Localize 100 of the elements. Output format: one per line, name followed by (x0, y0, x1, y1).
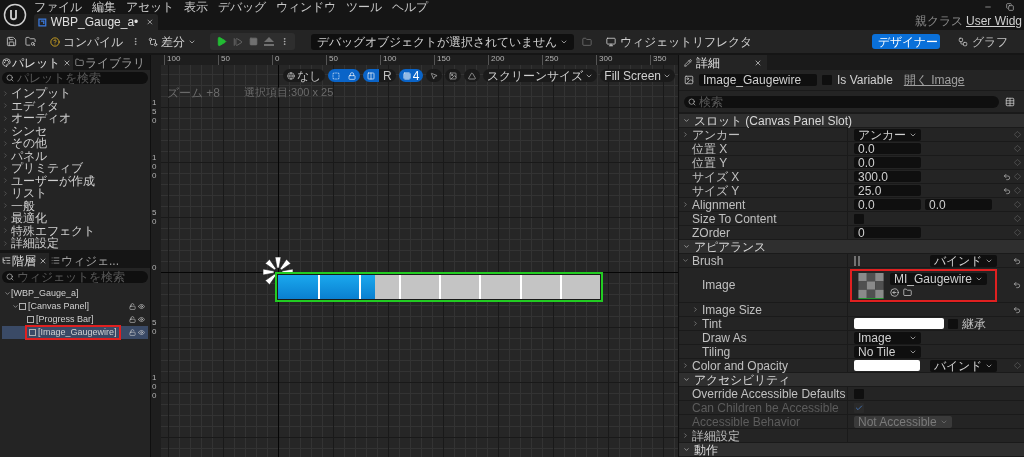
palette-category[interactable]: リスト (2, 187, 148, 200)
canvas-toggle[interactable]: なし (282, 69, 325, 82)
dropdown[interactable]: アンカー (854, 128, 921, 141)
reset-icon[interactable] (1003, 186, 1011, 195)
play-icon[interactable] (216, 36, 227, 47)
panel-tab[interactable]: 階層 (0, 253, 49, 268)
panel-tab[interactable]: パレット (0, 55, 73, 70)
panel-tab[interactable]: 詳細 (679, 55, 767, 70)
dropdown[interactable]: MI_Gaugewire (890, 272, 987, 285)
minimize-icon[interactable] (984, 3, 992, 11)
tree-item[interactable]: [Canvas Panel] (2, 300, 148, 313)
step-icon[interactable] (233, 36, 243, 47)
lock-icon[interactable] (129, 303, 136, 310)
palette-category[interactable]: 一般 (2, 199, 148, 212)
menu-item[interactable]: アセット (126, 0, 174, 13)
open-image-link[interactable]: 開く Image (903, 74, 965, 86)
close-icon[interactable] (39, 256, 47, 265)
palette-category[interactable]: インプット (2, 87, 148, 100)
palette-category[interactable]: 特殊エフェクト (2, 224, 148, 237)
palette-category[interactable]: シンセ (2, 124, 148, 137)
palette-category[interactable]: オーディオ (2, 112, 148, 125)
table-icon[interactable] (1005, 96, 1015, 107)
palette-category[interactable]: エディタ (2, 99, 148, 112)
mode-button[interactable]: デザイナー (872, 34, 940, 49)
dropdown[interactable]: No Tile (854, 345, 921, 358)
tree-item[interactable]: [WBP_Gauge_a] (2, 287, 148, 300)
caret-icon[interactable] (682, 362, 689, 369)
palette-category[interactable]: ユーザーが作成 (2, 174, 148, 187)
bind-dropdown[interactable]: バインド (930, 359, 997, 372)
number-field[interactable]: 300.0 (854, 171, 921, 182)
caret-icon[interactable] (682, 201, 689, 208)
palette-category[interactable]: パネル (2, 149, 148, 162)
save-icon[interactable] (6, 36, 17, 47)
number-field[interactable]: 0.0 (854, 199, 921, 210)
close-icon[interactable] (754, 58, 762, 67)
browse-icon[interactable] (25, 36, 36, 47)
caret-icon[interactable] (12, 303, 19, 310)
widget-reflector-button[interactable]: ウィジェットリフレクタ (606, 35, 752, 48)
palette-category[interactable]: プリミティブ (2, 162, 148, 175)
bind-dropdown[interactable]: バインド (930, 254, 997, 267)
canvas-toggle[interactable] (464, 69, 481, 82)
menu-item[interactable]: 編集 (92, 0, 116, 13)
dropdown[interactable]: Image (854, 331, 921, 344)
canvas-toggle[interactable]: 4 (398, 69, 424, 82)
canvas-toggle[interactable] (426, 69, 443, 82)
diff-button[interactable]: 差分 (148, 35, 196, 48)
section-header[interactable]: スロット (Canvas Panel Slot) (679, 114, 1024, 128)
more-icon[interactable] (131, 37, 140, 46)
close-icon[interactable] (146, 18, 154, 26)
menu-item[interactable]: ヘルプ (392, 0, 428, 13)
section-header[interactable]: アピアランス (679, 240, 1024, 254)
eye-icon[interactable] (138, 329, 145, 336)
caret-icon[interactable] (692, 306, 699, 313)
menu-item[interactable]: 表示 (184, 0, 208, 13)
eye-icon[interactable] (138, 316, 145, 323)
compile-button[interactable]: コンパイル (50, 35, 123, 48)
menu-item[interactable]: ウィンドウ (276, 0, 336, 13)
menu-item[interactable]: ファイル (34, 0, 82, 13)
canvas-toggle[interactable] (327, 69, 344, 82)
stop-icon[interactable] (249, 37, 258, 46)
panel-tab[interactable]: ウィジェ... (49, 253, 121, 268)
number-field[interactable]: 0.0 (854, 143, 921, 154)
tree-item[interactable]: [Image_Gaugewire] (2, 326, 148, 339)
palette-category[interactable]: その他 (2, 137, 148, 150)
name-field[interactable]: Image_Gaugewire (699, 74, 817, 86)
palette-category[interactable]: 詳細設定 (2, 237, 148, 250)
reset-icon[interactable] (1003, 172, 1011, 181)
menu-item[interactable]: ツール (346, 0, 382, 13)
color-swatch[interactable] (854, 360, 920, 371)
reset-icon[interactable] (1013, 256, 1021, 265)
color-swatch[interactable] (854, 318, 944, 329)
caret-icon[interactable] (682, 131, 689, 138)
eject-icon[interactable] (264, 37, 274, 46)
palette-category[interactable]: 最適化 (2, 212, 148, 225)
section-header[interactable]: アクセシビリティ (679, 373, 1024, 387)
number-field[interactable]: 25.0 (854, 185, 921, 196)
lock-icon[interactable] (129, 329, 136, 336)
mode-button[interactable]: グラフ (948, 34, 1018, 49)
number-field[interactable]: 0 (854, 227, 921, 238)
close-icon[interactable] (63, 58, 71, 67)
number-field[interactable]: 0.0 (854, 157, 921, 168)
canvas-toggle[interactable] (445, 69, 462, 82)
tree-item[interactable]: [Progress Bar] (2, 313, 148, 326)
caret-icon[interactable] (692, 320, 699, 327)
canvas-dropdown[interactable]: Fill Screen (600, 69, 675, 82)
document-tab[interactable]: WBP_Gauge_a• (34, 14, 158, 30)
eye-icon[interactable] (138, 303, 145, 310)
canvas-dropdown[interactable]: スクリーンサイズ (483, 69, 598, 82)
number-field[interactable]: 0.0 (925, 199, 992, 210)
more-icon[interactable] (280, 37, 289, 46)
canvas-toggle[interactable] (362, 69, 379, 82)
reset-icon[interactable] (1013, 281, 1021, 289)
reset-icon[interactable] (1013, 305, 1021, 314)
parent-class-link[interactable]: User Widg (966, 15, 1022, 27)
caret-icon[interactable] (682, 432, 689, 439)
section-header[interactable]: 動作 (679, 443, 1024, 457)
menu-item[interactable]: デバッグ (218, 0, 266, 13)
debug-object-dropdown[interactable]: デバッグオブジェクトが選択されていません (311, 33, 574, 50)
caret-icon[interactable] (4, 290, 11, 297)
restore-icon[interactable] (1006, 3, 1014, 11)
